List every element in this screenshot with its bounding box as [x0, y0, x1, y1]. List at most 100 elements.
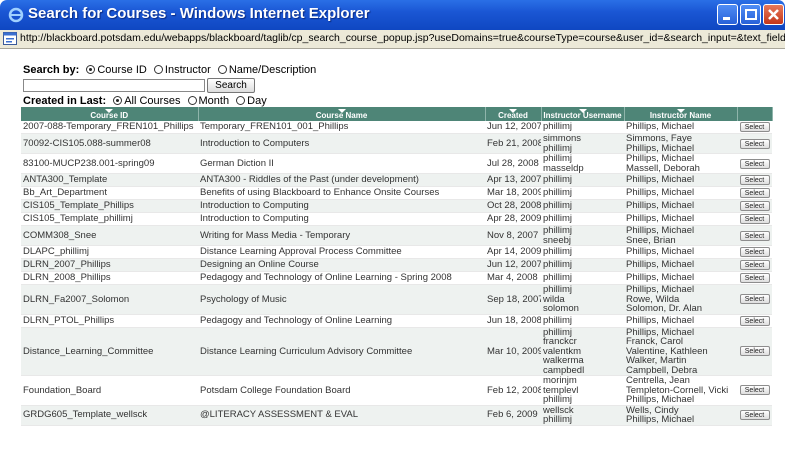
created-cell: Sep 18, 2007 — [485, 284, 541, 315]
created-cell: Feb 12, 2008 — [485, 375, 541, 406]
select-button[interactable]: Select — [739, 214, 770, 224]
select-cell: Select — [737, 314, 772, 328]
created-cell: Jun 12, 2007 — [485, 121, 541, 134]
close-icon — [768, 9, 779, 20]
minimize-button[interactable] — [717, 4, 738, 25]
instructor-name-cell: Phillips, Michael — [624, 245, 737, 259]
course-id-cell: 83100-MUCP238.001-spring09 — [21, 153, 198, 174]
maximize-button[interactable] — [740, 4, 761, 25]
column-header-created[interactable]: Created — [485, 107, 542, 121]
course-name-cell: Introduction to Computing — [198, 199, 485, 213]
radio-label: All Courses — [124, 95, 181, 107]
course-id-cell: GRDG605_Template_wellsck — [21, 405, 198, 426]
select-button[interactable]: Select — [739, 410, 770, 420]
close-button[interactable] — [763, 4, 784, 25]
course-id-cell: Distance_Learning_Committee — [21, 327, 198, 376]
course-name-cell: Designing an Online Course — [198, 258, 485, 272]
search-by-row: Search by: Course ID Instructor Name/Des… — [23, 64, 316, 76]
table-body: 2007-088-Temporary_FREN101_Phillips Tempo… — [21, 121, 772, 426]
select-button[interactable]: Select — [739, 260, 770, 270]
table-row: 70092-CIS105.088-summer08 Introduction to… — [21, 133, 772, 154]
radio-day[interactable]: Day — [232, 95, 267, 107]
instructor-name-cell: Phillips, Michael — [624, 186, 737, 200]
address-url: http://blackboard.potsdam.edu/webapps/bl… — [20, 32, 785, 44]
select-button[interactable]: Select — [739, 201, 770, 211]
instructor-username-cell: phillimj — [541, 314, 624, 328]
instructor-username-cell: phillimj — [541, 212, 624, 226]
select-button[interactable]: Select — [739, 230, 770, 241]
created-cell: Apr 13, 2007 — [485, 173, 541, 187]
select-button[interactable]: Select — [739, 346, 770, 357]
course-id-cell: CIS105_Template_Phillips — [21, 199, 198, 213]
radio-all-courses[interactable]: All Courses — [109, 95, 180, 107]
column-header-label: Instructor Name — [649, 110, 712, 120]
select-button[interactable]: Select — [739, 158, 770, 169]
radio-label: Month — [198, 95, 230, 107]
select-button[interactable]: Select — [739, 273, 770, 283]
radio-icon — [153, 65, 163, 74]
course-name-cell: @LITERACY ASSESSMENT & EVAL — [198, 405, 485, 426]
instructor-name-cell: Wells, Cindy Phillips, Michael — [624, 405, 737, 426]
select-cell: Select — [737, 212, 772, 226]
search-input[interactable] — [23, 79, 205, 92]
instructor-username-cell: phillimj wilda solomon — [541, 284, 624, 315]
radio-icon — [217, 65, 227, 74]
column-header-instructor-username[interactable]: Instructor Username — [541, 107, 625, 121]
select-button[interactable]: Select — [739, 315, 770, 326]
select-button[interactable]: Select — [739, 294, 770, 305]
created-cell: Mar 10, 2009 — [485, 327, 541, 376]
instructor-username-cell: phillimj — [541, 186, 624, 200]
instructor-username-cell: phillimj — [541, 121, 624, 134]
column-header-label: Course Name — [315, 110, 368, 120]
radio-course-id[interactable]: Course ID — [82, 64, 147, 76]
select-button[interactable]: Select — [739, 175, 770, 185]
table-row: DLRN_2007_Phillips Designing an Online Co… — [21, 258, 772, 272]
instructor-name-cell: Phillips, Michael — [624, 271, 737, 285]
course-id-cell: DLRN_PTOL_Phillips — [21, 314, 198, 328]
instructor-name-cell: Phillips, Michael Snee, Brian — [624, 225, 737, 246]
select-cell: Select — [737, 133, 772, 154]
course-name-cell: ANTA300 - Riddles of the Past (under dev… — [198, 173, 485, 187]
instructor-name-cell: Phillips, Michael Franck, Carol Valentin… — [624, 327, 737, 376]
title-bar[interactable]: Search for Courses - Windows Internet Ex… — [0, 0, 785, 30]
created-cell: Jul 28, 2008 — [485, 153, 541, 174]
course-name-cell: Psychology of Music — [198, 284, 485, 315]
created-cell: Feb 21, 2008 — [485, 133, 541, 154]
radio-instructor[interactable]: Instructor — [150, 64, 211, 76]
select-button[interactable]: Select — [739, 385, 770, 396]
course-id-cell: DLRN_2007_Phillips — [21, 258, 198, 272]
address-bar[interactable]: http://blackboard.potsdam.edu/webapps/bl… — [0, 30, 785, 49]
created-cell: Feb 6, 2009 — [485, 405, 541, 426]
select-button[interactable]: Select — [739, 247, 770, 257]
instructor-username-cell: phillimj — [541, 245, 624, 259]
instructor-name-cell: Phillips, Michael — [624, 314, 737, 328]
table-row: GRDG605_Template_wellsck @LITERACY ASSESS… — [21, 405, 772, 426]
course-id-cell: COMM308_Snee — [21, 225, 198, 246]
column-header-instructor-name[interactable]: Instructor Name — [624, 107, 738, 121]
select-cell: Select — [737, 258, 772, 272]
course-id-cell: CIS105_Template_phillimj — [21, 212, 198, 226]
column-header-course-id[interactable]: Course ID — [21, 107, 199, 121]
maximize-icon — [745, 9, 757, 20]
radio-icon — [187, 96, 197, 105]
created-cell: Jun 18, 2008 — [485, 314, 541, 328]
instructor-username-cell: phillimj sneebj — [541, 225, 624, 246]
radio-name-description[interactable]: Name/Description — [214, 64, 316, 76]
instructor-name-cell: Simmons, Faye Phillips, Michael — [624, 133, 737, 154]
radio-icon — [86, 65, 96, 74]
select-cell: Select — [737, 121, 772, 134]
column-header-course-name[interactable]: Course Name — [198, 107, 486, 121]
radio-month[interactable]: Month — [184, 95, 230, 107]
radio-icon — [236, 96, 246, 105]
table-header-row: Course ID Course Name Created Instructor… — [21, 107, 773, 121]
radio-label: Instructor — [164, 64, 211, 76]
select-button[interactable]: Select — [739, 188, 770, 198]
radio-icon — [113, 96, 123, 105]
select-button[interactable]: Select — [739, 138, 770, 149]
created-cell: Mar 4, 2008 — [485, 271, 541, 285]
course-id-cell: 2007-088-Temporary_FREN101_Phillips — [21, 121, 198, 134]
search-button[interactable]: Search — [207, 78, 255, 93]
table-row: DLAPC_phillimj Distance Learning Approval… — [21, 245, 772, 259]
instructor-name-cell: Phillips, Michael — [624, 173, 737, 187]
select-button[interactable]: Select — [739, 122, 770, 132]
